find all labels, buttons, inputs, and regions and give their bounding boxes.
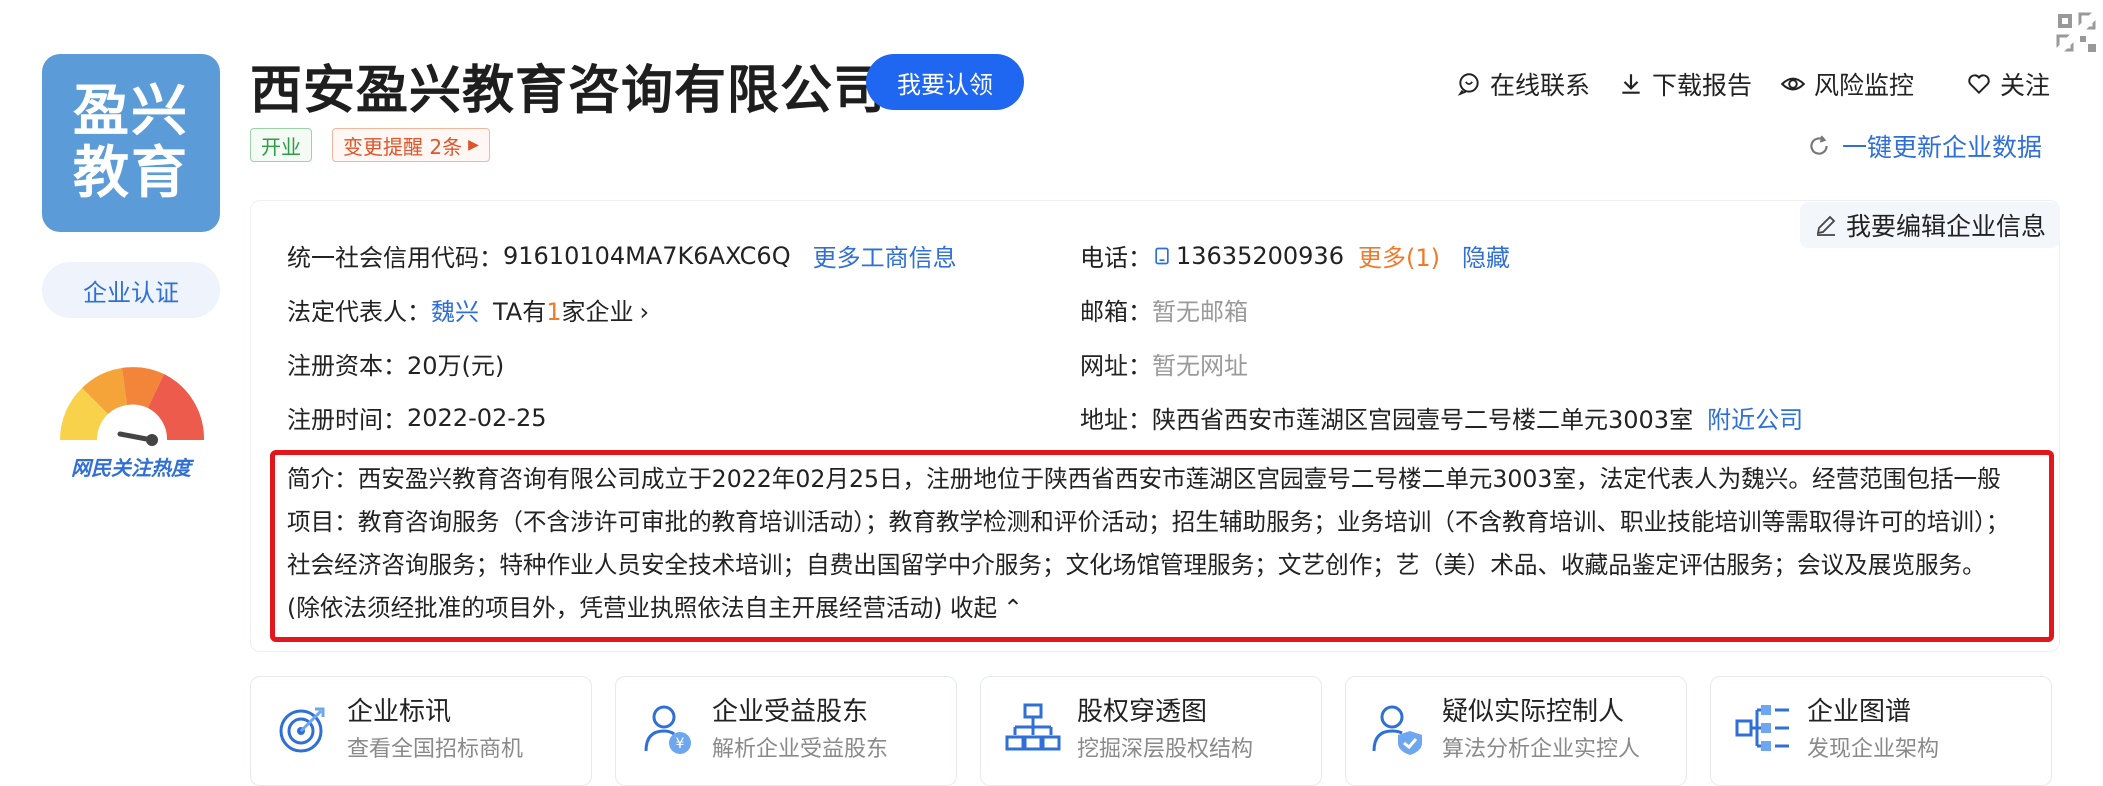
target-icon <box>279 707 325 753</box>
org-chart-icon <box>1005 703 1061 751</box>
feature-card-equity[interactable]: 股权穿透图 挖掘深层股权结构 <box>980 676 1322 786</box>
risk-monitor-label: 风险监控 <box>1814 71 1915 100</box>
download-report-label: 下载报告 <box>1652 71 1753 100</box>
feature-card-subtitle: 发现企业架构 <box>1807 737 1940 762</box>
feature-card-subtitle: 查看全国招标商机 <box>347 737 524 762</box>
online-contact-label: 在线联系 <box>1490 71 1591 100</box>
legal-rep-row: 法定代表人： 魏兴 TA有1家企业 › <box>287 292 649 327</box>
download-report-button[interactable]: 下载报告 <box>1618 66 1752 102</box>
website-label: 网址： <box>1080 352 1152 380</box>
feature-card-title: 股权穿透图 <box>1077 697 1208 727</box>
more-business-link[interactable]: 更多工商信息 <box>813 238 957 273</box>
follow-label: 关注 <box>2000 71 2051 100</box>
address-label: 地址： <box>1080 406 1152 434</box>
reg-time-label: 注册时间： <box>287 406 407 434</box>
email-value: 暂无邮箱 <box>1152 298 1248 326</box>
pencil-icon <box>1816 215 1836 236</box>
eye-icon <box>1780 77 1806 91</box>
follow-button[interactable]: 关注 <box>1966 66 2050 102</box>
address-value: 陕西省西安市莲湖区宫园壹号二号楼二单元3003室 <box>1152 406 1694 434</box>
phone-hide-link[interactable]: 隐藏 <box>1462 238 1510 273</box>
controller-shield-icon <box>1372 705 1422 755</box>
feature-card-subtitle: 解析企业受益股东 <box>712 737 889 762</box>
risk-monitor-button[interactable]: 风险监控 <box>1780 66 1914 102</box>
refresh-icon <box>1810 135 1828 155</box>
refresh-data-button[interactable]: 一键更新企业数据 <box>1806 128 2042 164</box>
credit-code-label: 统一社会信用代码： <box>287 244 503 272</box>
logo-line-1: 盈兴 <box>73 79 189 144</box>
ta-prefix: TA有 <box>493 298 547 326</box>
feature-card-title: 企业受益股东 <box>712 697 869 727</box>
change-alert-badge[interactable]: 变更提醒 2条 ▶ <box>332 128 490 162</box>
feature-card-graph[interactable]: 企业图谱 发现企业架构 <box>1710 676 2052 786</box>
phone-more-link[interactable]: 更多(1) <box>1358 238 1440 273</box>
feature-card-beneficiary[interactable]: ¥ 企业受益股东 解析企业受益股东 <box>615 676 957 786</box>
capital-row: 注册资本： 20万(元) <box>287 346 504 381</box>
reg-time-value: 2022-02-25 <box>407 403 547 432</box>
heart-icon <box>1968 74 1990 95</box>
company-name: 西安盈兴教育咨询有限公司 <box>250 61 887 121</box>
email-row: 邮箱： 暂无邮箱 <box>1080 292 1248 327</box>
capital-value: 20万(元) <box>407 352 505 380</box>
heat-label: 网民关注热度 <box>71 456 191 480</box>
credit-code-value: 91610104MA7K6AXC6Q <box>503 241 791 270</box>
download-icon <box>1622 74 1640 94</box>
phone-icon <box>1155 247 1169 264</box>
chevron-up-icon: ⌃ <box>1003 594 1023 622</box>
status-badge: 开业 <box>250 128 312 162</box>
change-alert-label: 变更提醒 2条 <box>343 134 463 159</box>
email-label: 邮箱： <box>1080 298 1152 326</box>
feature-card-bidding[interactable]: 企业标讯 查看全国招标商机 <box>250 676 592 786</box>
edit-info-label: 我要编辑企业信息 <box>1846 212 2047 241</box>
ta-suffix: 家企业 <box>561 298 634 326</box>
online-contact-button[interactable]: 在线联系 <box>1456 66 1590 102</box>
qr-code-icon[interactable] <box>2054 10 2100 56</box>
refresh-data-label: 一键更新企业数据 <box>1842 133 2043 162</box>
phone-label: 电话： <box>1080 244 1152 272</box>
svg-text:¥: ¥ <box>676 736 685 752</box>
certification-button[interactable]: 企业认证 <box>42 262 220 318</box>
collapse-link[interactable]: 收起 ⌃ <box>950 594 1023 622</box>
feature-card-subtitle: 挖掘深层股权结构 <box>1077 737 1254 762</box>
ta-count: 1 <box>546 298 562 326</box>
collapse-label: 收起 <box>949 594 998 622</box>
feature-card-title: 企业图谱 <box>1807 697 1912 727</box>
company-summary: 简介：西安盈兴教育咨询有限公司成立于2022年02月25日，注册地位于陕西省西安… <box>287 458 2017 630</box>
edit-info-button[interactable]: 我要编辑企业信息 <box>1800 202 2061 248</box>
feature-card-title: 企业标讯 <box>347 697 452 727</box>
graph-icon <box>1735 705 1789 751</box>
caret-right-icon: ▶ <box>468 137 479 153</box>
chevron-right-icon: › <box>639 298 650 326</box>
phone-value: 13635200936 <box>1176 241 1344 270</box>
capital-label: 注册资本： <box>287 352 407 380</box>
company-logo: 盈兴 教育 <box>42 54 220 232</box>
legal-rep-label: 法定代表人： <box>287 298 431 326</box>
credit-code-row: 统一社会信用代码： 91610104MA7K6AXC6Q 更多工商信息 <box>287 238 957 273</box>
website-value: 暂无网址 <box>1152 352 1248 380</box>
beneficiary-icon: ¥ <box>644 705 691 754</box>
feature-card-controller[interactable]: 疑似实际控制人 算法分析企业实控人 <box>1345 676 1687 786</box>
feature-card-title: 疑似实际控制人 <box>1442 697 1625 727</box>
feature-card-subtitle: 算法分析企业实控人 <box>1442 737 1641 762</box>
website-row: 网址： 暂无网址 <box>1080 346 1248 381</box>
logo-line-2: 教育 <box>73 141 189 206</box>
legal-rep-link[interactable]: 魏兴 <box>431 292 479 327</box>
phone-row: 电话： 13635200936 更多(1) 隐藏 <box>1080 238 1510 273</box>
chat-icon <box>1457 73 1479 96</box>
claim-button[interactable]: 我要认领 <box>866 54 1024 110</box>
ta-companies-link[interactable]: TA有1家企业 › <box>493 292 649 327</box>
address-row: 地址： 陕西省西安市莲湖区宫园壹号二号楼二单元3003室 附近公司 <box>1080 400 1803 435</box>
summary-text: 简介：西安盈兴教育咨询有限公司成立于2022年02月25日，注册地位于陕西省西安… <box>287 465 2010 622</box>
nearby-companies-link[interactable]: 附近公司 <box>1707 400 1803 435</box>
reg-time-row: 注册时间： 2022-02-25 <box>287 400 546 435</box>
